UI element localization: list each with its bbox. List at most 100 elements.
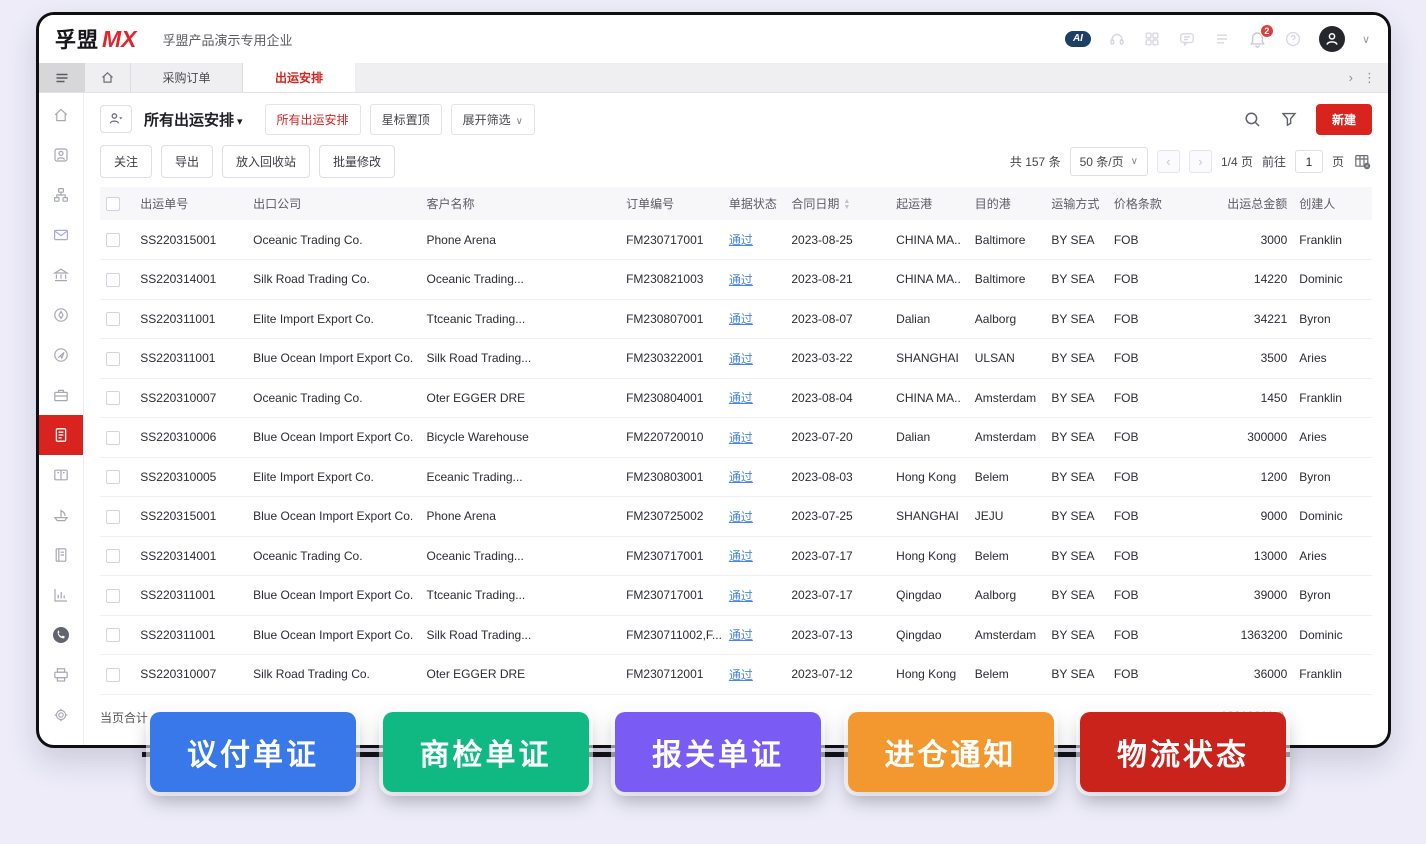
home-tab-icon[interactable]	[85, 63, 131, 92]
goto-page-input[interactable]	[1294, 150, 1323, 173]
flow-button-negotiation-docs[interactable]: 议付单证	[150, 712, 356, 792]
table-row[interactable]: SS220314001 Silk Road Trading Co. Oceanic …	[100, 259, 1372, 300]
view-selector[interactable]: 所有出运安排 ▾	[144, 109, 243, 130]
notification-bell-icon[interactable]: 2	[1248, 23, 1274, 49]
row-checkbox[interactable]	[106, 588, 120, 603]
cell-trans: BY SEA	[1045, 338, 1108, 379]
table-row[interactable]: SS220315001 Oceanic Trading Co. Phone Aren…	[100, 220, 1372, 260]
search-icon[interactable]	[1243, 110, 1262, 129]
tab-purchase-orders[interactable]: 采购订单	[131, 63, 243, 92]
status-link[interactable]: 通过	[729, 431, 753, 445]
prev-page-button[interactable]: ‹	[1156, 150, 1180, 173]
sidebar-item-bank[interactable]	[39, 255, 83, 295]
batch-edit-button[interactable]: 批量修改	[319, 145, 396, 178]
sidebar-item-home[interactable]	[39, 95, 83, 135]
row-checkbox[interactable]	[106, 667, 120, 682]
menu-hamburger-icon[interactable]	[39, 63, 85, 92]
status-link[interactable]: 通过	[729, 628, 753, 642]
table-row[interactable]: SS220311001 Blue Ocean Import Export Co. S…	[100, 615, 1372, 655]
list-icon[interactable]	[1213, 30, 1231, 48]
sidebar-item-organization[interactable]	[39, 175, 83, 215]
user-avatar[interactable]	[1318, 26, 1345, 52]
row-checkbox[interactable]	[106, 232, 120, 247]
sidebar-item-navigation[interactable]	[39, 335, 83, 375]
cell-date: 2023-07-20	[785, 417, 891, 458]
table-row[interactable]: SS220310007 Silk Road Trading Co. Oter EGG…	[100, 654, 1372, 695]
new-button[interactable]: 新建	[1315, 103, 1372, 135]
tab-shipping-arrangement[interactable]: 出运安排	[243, 63, 355, 92]
filter-funnel-icon[interactable]	[1280, 110, 1298, 128]
table-row[interactable]: SS220314001 Oceanic Trading Co. Oceanic Tr…	[100, 536, 1372, 576]
cell-status: 通过	[722, 654, 786, 695]
sidebar-item-compass[interactable]	[39, 295, 83, 335]
cell-date: 2023-03-22	[785, 338, 891, 379]
flow-button-inspection-docs[interactable]: 商检单证	[382, 712, 589, 792]
table-row[interactable]: SS220310007 Oceanic Trading Co. Oter EGGER…	[100, 378, 1372, 418]
chat-icon[interactable]	[1178, 30, 1196, 48]
cell-date: 2023-08-25	[785, 220, 891, 260]
status-link[interactable]: 通过	[729, 233, 753, 247]
row-checkbox[interactable]	[106, 272, 120, 287]
brand-logo-cn: 孚盟	[55, 29, 99, 52]
apps-grid-icon[interactable]	[1143, 30, 1161, 48]
flow-button-logistics-status[interactable]: 物流状态	[1080, 712, 1286, 792]
help-icon[interactable]	[1284, 30, 1302, 48]
status-link[interactable]: 通过	[729, 589, 753, 603]
row-checkbox[interactable]	[106, 391, 120, 406]
table-row[interactable]: SS220310005 Elite Import Export Co. Eceani…	[100, 457, 1372, 497]
sidebar-item-printer[interactable]	[39, 655, 83, 695]
quick-filter-starred[interactable]: 星标置顶	[369, 103, 442, 135]
flow-button-customs-docs[interactable]: 报关单证	[615, 712, 821, 792]
row-checkbox[interactable]	[106, 628, 120, 643]
follow-button[interactable]: 关注	[100, 145, 153, 178]
sidebar-item-briefcase[interactable]	[39, 375, 83, 415]
view-selector-icon[interactable]	[100, 105, 132, 133]
sidebar-item-ship[interactable]	[39, 495, 83, 535]
sidebar-item-shipping-active[interactable]	[39, 415, 83, 455]
tabs-chevron-right-icon[interactable]: ›	[1349, 70, 1353, 85]
row-checkbox[interactable]	[106, 470, 120, 485]
flow-button-warehouse-notice[interactable]: 进仓通知	[847, 712, 1054, 792]
table-row[interactable]: SS220311001 Elite Import Export Co. Ttcean…	[100, 299, 1372, 339]
row-checkbox[interactable]	[106, 549, 120, 564]
row-checkbox[interactable]	[106, 351, 120, 366]
ai-assistant-button[interactable]: AI	[1064, 31, 1091, 47]
status-link[interactable]: 通过	[729, 510, 753, 524]
row-checkbox[interactable]	[106, 509, 120, 524]
row-checkbox[interactable]	[106, 430, 120, 445]
status-link[interactable]: 通过	[729, 668, 753, 682]
table-row[interactable]: SS220311001 Blue Ocean Import Export Co. S…	[100, 338, 1372, 379]
status-link[interactable]: 通过	[729, 273, 753, 287]
headset-icon[interactable]	[1108, 30, 1126, 48]
table-row[interactable]: SS220310006 Blue Ocean Import Export Co. B…	[100, 417, 1372, 458]
contract-date-sort-icon[interactable]: ▲ ▼	[843, 198, 850, 211]
sidebar-item-chart[interactable]	[39, 575, 83, 615]
sidebar-item-mail[interactable]	[39, 215, 83, 255]
next-page-button[interactable]: ›	[1188, 150, 1212, 173]
status-link[interactable]: 通过	[729, 352, 753, 366]
sidebar-item-notebook[interactable]	[39, 535, 83, 575]
page-size-select[interactable]: 50 条/页 ∨	[1069, 147, 1148, 176]
row-checkbox[interactable]	[106, 312, 120, 327]
recycle-bin-button[interactable]: 放入回收站	[222, 145, 311, 178]
status-link[interactable]: 通过	[729, 470, 753, 484]
status-link[interactable]: 通过	[729, 549, 753, 563]
topbar: 孚盟 MX 孚盟产品演示专用企业 AI 2 ∨	[39, 15, 1388, 63]
select-all-checkbox[interactable]	[106, 196, 120, 211]
sidebar-item-settings[interactable]	[39, 695, 83, 735]
column-settings-icon[interactable]	[1353, 152, 1372, 171]
quick-filter-expand[interactable]: 展开筛选 ∨	[450, 103, 535, 135]
status-link[interactable]: 通过	[729, 391, 753, 405]
sidebar-item-phone[interactable]	[39, 615, 83, 655]
export-button[interactable]: 导出	[161, 145, 214, 178]
status-link[interactable]: 通过	[729, 312, 753, 326]
sidebar-item-contacts[interactable]	[39, 135, 83, 175]
cell-exp: Oceanic Trading Co.	[247, 536, 421, 576]
tabs-kebab-menu-icon[interactable]: ⋮	[1363, 70, 1376, 86]
table-row[interactable]: SS220315001 Blue Ocean Import Export Co. P…	[100, 496, 1372, 537]
sidebar-item-container[interactable]	[39, 455, 83, 495]
table-row[interactable]: SS220311001 Blue Ocean Import Export Co. T…	[100, 575, 1372, 616]
account-chevron-down-icon[interactable]: ∨	[1362, 33, 1370, 46]
quick-filter-all-shipments[interactable]: 所有出运安排	[264, 103, 361, 135]
cell-date: 2023-07-17	[785, 536, 891, 576]
